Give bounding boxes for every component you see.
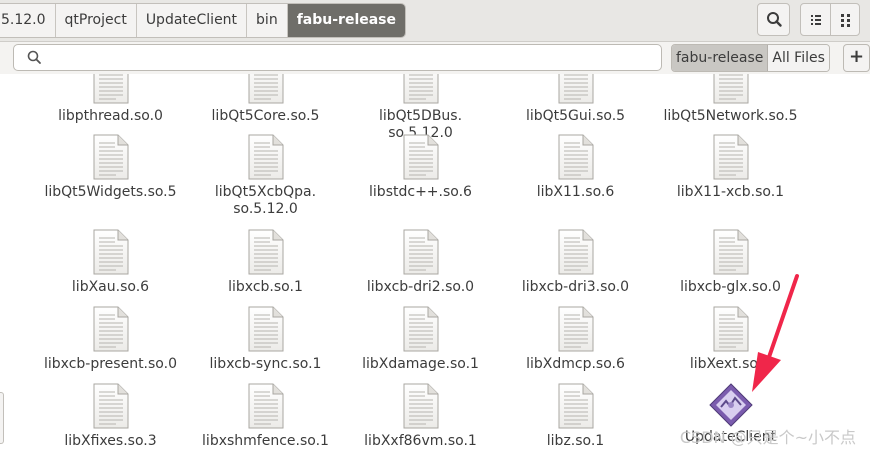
document-icon — [558, 306, 593, 352]
document-icon — [403, 74, 438, 104]
document-icon — [558, 229, 593, 275]
file-name: libXxf86vm.so.1 — [364, 433, 477, 449]
file-name: libxcb-present.so.0 — [44, 356, 177, 372]
document-icon — [93, 229, 128, 275]
file-name: libX11.so.6 — [536, 184, 615, 200]
list-view-icon — [811, 15, 821, 25]
file-name: libxshmfence.so.1 — [202, 433, 329, 449]
file-name: libX11-xcb.so.1 — [676, 184, 785, 200]
breadcrumb-item[interactable]: bin — [247, 4, 288, 37]
add-criteria-button[interactable]: + — [843, 44, 870, 72]
file-icon — [343, 383, 498, 429]
file-name: libxcb-dri3.so.0 — [521, 279, 630, 295]
file-name: libXext.so.6 — [689, 356, 772, 372]
file-icon — [33, 383, 188, 429]
file-name: libXdmcp.so.6 — [526, 356, 625, 372]
list-view-button[interactable] — [801, 4, 831, 35]
document-icon — [558, 134, 593, 180]
document-icon — [93, 306, 128, 352]
file-icon — [498, 134, 653, 180]
view-options-group — [800, 3, 860, 36]
file-icon — [653, 383, 808, 427]
document-icon — [403, 383, 438, 429]
file-icon — [653, 229, 808, 275]
file-grid: libpthread.so.0 libQt5Core.so.5 libQt5DBus… — [0, 74, 870, 455]
file-icon — [188, 306, 343, 352]
file-name: libxcb.so.1 — [228, 279, 303, 295]
file-icon — [498, 229, 653, 275]
file-icon — [33, 134, 188, 180]
file-icon — [33, 306, 188, 352]
file-name: libQt5Network.so.5 — [663, 108, 798, 124]
executable-icon — [708, 383, 753, 427]
breadcrumb-item-current[interactable]: fabu-release — [287, 4, 406, 37]
file-icon — [498, 306, 653, 352]
document-icon — [248, 383, 283, 429]
file-icon — [343, 306, 498, 352]
document-icon — [93, 134, 128, 180]
scope-all-files-button[interactable]: All Files — [768, 45, 829, 71]
scope-current-folder-button[interactable]: fabu-release — [672, 45, 769, 71]
file-icon — [188, 229, 343, 275]
file-icon — [343, 134, 498, 180]
document-icon — [403, 229, 438, 275]
document-icon — [558, 74, 593, 104]
breadcrumb-item[interactable]: UpdateClient — [137, 4, 248, 37]
file-icon — [188, 383, 343, 429]
document-icon — [403, 134, 438, 180]
search-input[interactable] — [13, 44, 662, 71]
search-button[interactable] — [757, 3, 790, 36]
file-name: libxcb-glx.so.0 — [680, 279, 781, 295]
file-name: libXfixes.so.3 — [64, 433, 157, 449]
breadcrumb-item[interactable]: 5.12.0 — [0, 4, 56, 37]
file-icon — [343, 229, 498, 275]
document-icon — [248, 134, 283, 180]
file-name: libxcb-dri2.so.0 — [366, 279, 475, 295]
file-icon — [343, 74, 498, 104]
file-icon — [653, 74, 808, 104]
document-icon — [248, 229, 283, 275]
document-icon — [713, 306, 748, 352]
side-panel-edge[interactable] — [0, 392, 4, 444]
magnifier-icon — [27, 50, 41, 64]
document-icon — [713, 134, 748, 180]
document-icon — [403, 306, 438, 352]
file-icon — [33, 229, 188, 275]
document-icon — [93, 74, 128, 104]
watermark: CSDN @只是个~小不点 — [679, 428, 856, 447]
file-icon — [188, 134, 343, 180]
file-name: libpthread.so.0 — [58, 108, 163, 124]
document-icon — [248, 306, 283, 352]
menu-icon — [841, 14, 850, 27]
document-icon — [248, 74, 283, 104]
document-icon — [558, 383, 593, 429]
file-icon — [653, 306, 808, 352]
breadcrumb: 5.12.0 qtProject UpdateClient bin fabu-r… — [0, 3, 407, 38]
breadcrumb-item[interactable]: qtProject — [56, 4, 137, 37]
header-toolbar: 5.12.0 qtProject UpdateClient bin fabu-r… — [0, 0, 870, 42]
search-icon — [767, 12, 782, 27]
document-icon — [713, 229, 748, 275]
file-name: libQt5XcbQpa. so.5.12.0 — [214, 184, 317, 217]
file-name: libQt5Widgets.so.5 — [44, 184, 177, 200]
file-name: libxcb-sync.so.1 — [209, 356, 322, 372]
file-name: libstdc++.so.6 — [369, 184, 472, 200]
search-scope: fabu-release All Files — [671, 44, 830, 72]
document-icon — [93, 383, 128, 429]
search-bar: fabu-release All Files + — [0, 42, 870, 74]
file-icon — [653, 134, 808, 180]
file-icon — [498, 383, 653, 429]
file-name: libQt5Core.so.5 — [211, 108, 320, 124]
file-icon — [33, 74, 188, 104]
file-name: libz.so.1 — [546, 433, 605, 449]
file-name: libQt5Gui.so.5 — [525, 108, 626, 124]
file-name: libXdamage.so.1 — [362, 356, 479, 372]
file-name: libXau.so.6 — [71, 279, 150, 295]
document-icon — [713, 74, 748, 104]
file-icon — [188, 74, 343, 104]
file-icon — [498, 74, 653, 104]
menu-button[interactable] — [831, 4, 861, 35]
